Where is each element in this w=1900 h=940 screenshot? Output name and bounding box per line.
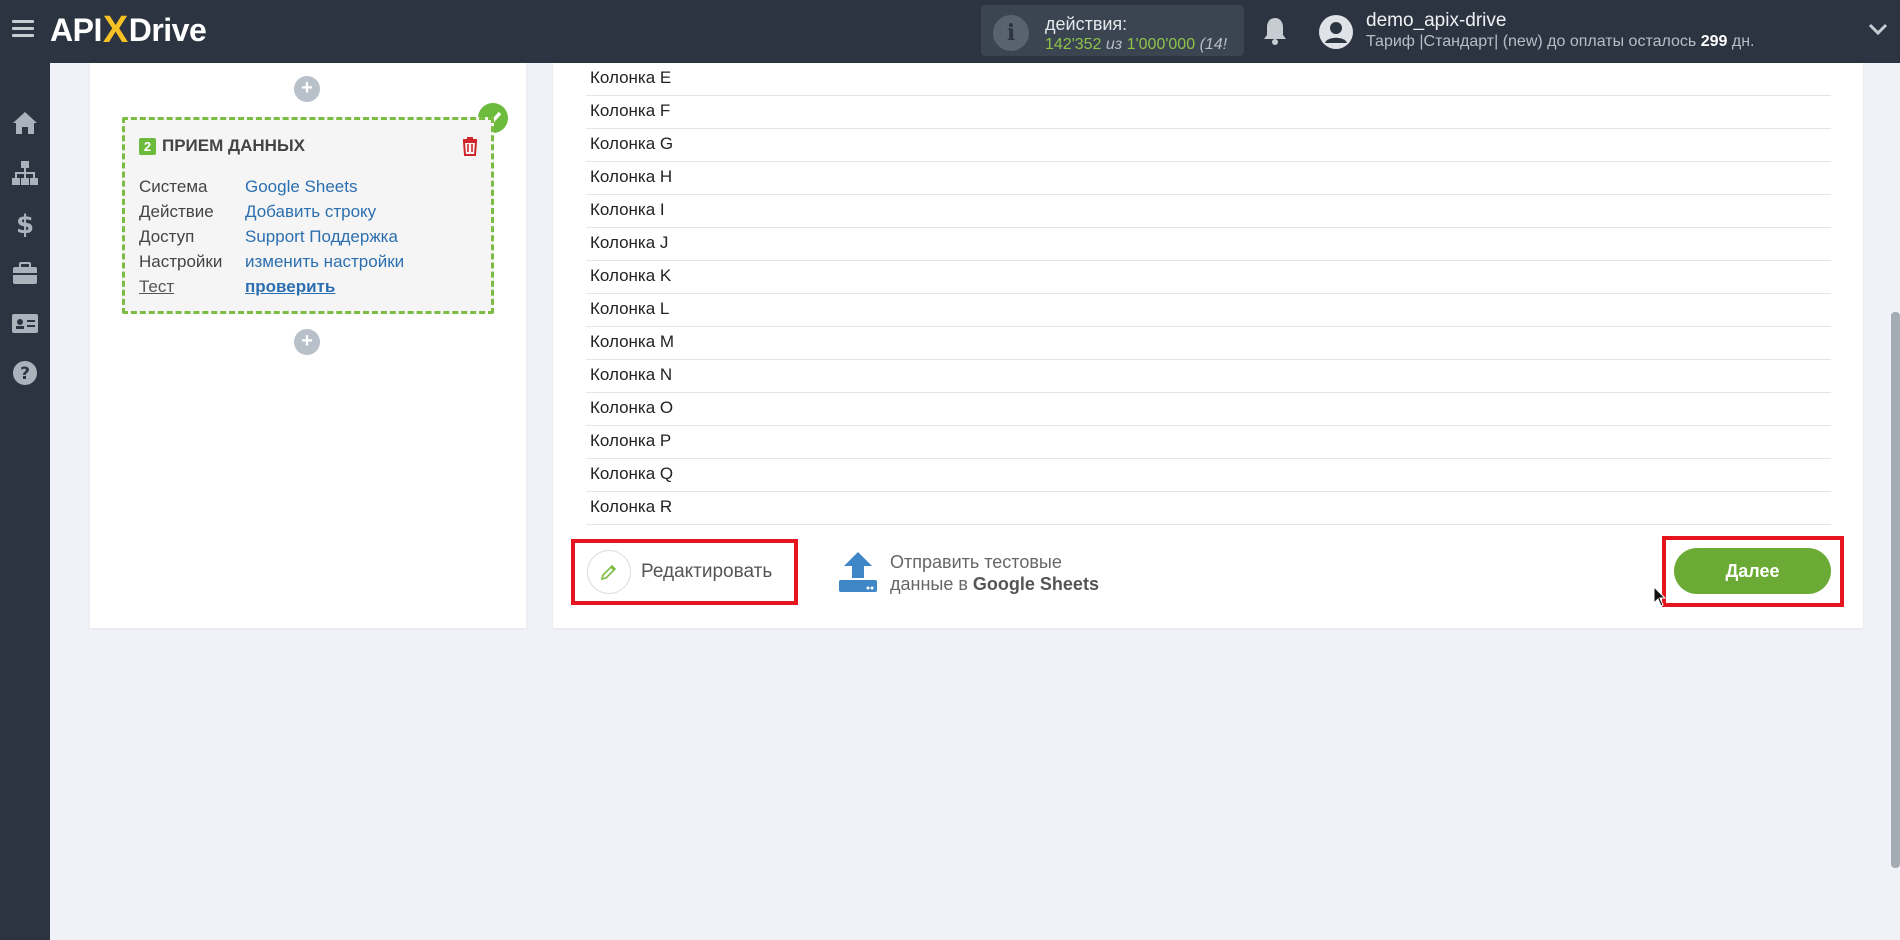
plan-text: Тариф |Стандарт| (new) до оплаты осталос… xyxy=(1366,33,1697,50)
actions-rest: (14! xyxy=(1199,36,1228,53)
send-line2-bold: Google Sheets xyxy=(972,574,1099,594)
plan-days-unit: дн. xyxy=(1731,33,1755,50)
column-row: Колонка H xyxy=(586,162,1831,195)
dollar-icon[interactable]: $ xyxy=(10,208,40,238)
scrollbar[interactable] xyxy=(1891,312,1900,868)
column-row: Колонка I xyxy=(586,195,1831,228)
row-action-key: Действие xyxy=(139,202,214,221)
username[interactable]: demo_apix-drive xyxy=(1366,10,1506,32)
row-test: Тест проверить xyxy=(139,277,335,297)
column-row: Колонка O xyxy=(586,393,1831,426)
column-row: Колонка J xyxy=(586,228,1831,261)
user-avatar-icon[interactable] xyxy=(1318,14,1354,50)
column-row: Колонка K xyxy=(586,261,1831,294)
step-title-text: ПРИЕМ ДАННЫХ xyxy=(162,136,305,155)
send-line1: Отправить тестовые xyxy=(890,552,1062,572)
mouse-cursor-icon xyxy=(1653,586,1667,607)
home-icon[interactable] xyxy=(10,108,40,138)
bell-icon[interactable] xyxy=(1262,16,1288,46)
trash-icon[interactable] xyxy=(461,136,479,156)
logo-text-api: API xyxy=(50,11,102,48)
chevron-down-icon[interactable] xyxy=(1868,22,1888,36)
edit-button[interactable]: Редактировать xyxy=(587,549,772,595)
actions-counter: i действия: 142'352 из 1'000'000 (14! xyxy=(981,5,1244,56)
send-test-data-button[interactable]: Отправить тестовые данные в Google Sheet… xyxy=(836,548,1099,598)
row-settings-value[interactable]: изменить настройки xyxy=(245,252,404,271)
plan-days: 299 xyxy=(1700,33,1728,50)
column-row: Колонка F xyxy=(586,96,1831,129)
row-access-key: Доступ xyxy=(139,227,195,246)
apix-drive-logo[interactable]: API X Drive xyxy=(50,8,207,51)
step-data-receive[interactable]: 2 ПРИЕМ ДАННЫХ Система Google Sheets Дейс… xyxy=(122,117,494,314)
menu-icon[interactable] xyxy=(12,20,34,38)
actions-label: действия: xyxy=(1045,14,1128,34)
sitemap-icon[interactable] xyxy=(10,158,40,188)
row-test-value[interactable]: проверить xyxy=(245,277,335,296)
next-button[interactable]: Далее xyxy=(1674,548,1831,594)
column-row: Колонка P xyxy=(586,426,1831,459)
sidebar: $ ? xyxy=(0,63,50,940)
add-step-bottom-icon[interactable]: + xyxy=(294,329,320,355)
help-icon[interactable]: ? xyxy=(10,358,40,388)
column-row: Колонка M xyxy=(586,327,1831,360)
edit-button-label: Редактировать xyxy=(641,561,773,582)
column-row: Колонка L xyxy=(586,294,1831,327)
briefcase-icon[interactable] xyxy=(10,258,40,288)
actions-count: 142'352 из 1'000'000 (14! xyxy=(1045,36,1235,54)
actions-used: 142'352 xyxy=(1045,36,1102,53)
top-bar: API X Drive i действия: 142'352 из 1'000'0… xyxy=(0,0,1900,63)
logo-text-drive: Drive xyxy=(128,11,207,48)
row-action-value[interactable]: Добавить строку xyxy=(245,202,376,221)
pipeline-card: + 2 ПРИЕМ ДАННЫХ Система Google Sheets Де… xyxy=(90,63,526,628)
row-access: Доступ Support Поддержка xyxy=(139,227,398,247)
column-row: Колонка R xyxy=(586,492,1831,525)
add-step-top-icon[interactable]: + xyxy=(294,76,320,102)
actions-of: из xyxy=(1105,36,1123,53)
pencil-icon xyxy=(587,550,631,594)
row-action: Действие Добавить строку xyxy=(139,202,376,222)
row-settings: Настройки изменить настройки xyxy=(139,252,404,272)
column-row: Колонка E xyxy=(586,63,1831,96)
column-row: Колонка Q xyxy=(586,459,1831,492)
row-settings-key: Настройки xyxy=(139,252,223,271)
logo-text-x: X xyxy=(102,8,128,51)
info-icon: i xyxy=(993,15,1029,51)
row-test-key[interactable]: Тест xyxy=(139,277,245,297)
svg-text:$: $ xyxy=(16,210,34,238)
column-row: Колонка G xyxy=(586,129,1831,162)
step-title: 2 ПРИЕМ ДАННЫХ xyxy=(139,136,305,156)
row-access-value[interactable]: Support Поддержка xyxy=(245,227,398,246)
id-card-icon[interactable] xyxy=(10,308,40,338)
row-system: Система Google Sheets xyxy=(139,177,357,197)
row-system-value[interactable]: Google Sheets xyxy=(245,177,357,196)
plan-info: Тариф |Стандарт| (new) до оплаты осталос… xyxy=(1366,33,1754,51)
column-row: Колонка N xyxy=(586,360,1831,393)
upload-icon xyxy=(839,552,877,592)
row-system-key: Система xyxy=(139,177,208,196)
step-number: 2 xyxy=(139,137,156,155)
svg-text:?: ? xyxy=(20,364,30,384)
actions-limit: 1'000'000 xyxy=(1126,36,1196,53)
send-line2-prefix: данные в xyxy=(890,574,968,594)
send-test-data-label: Отправить тестовые данные в Google Sheet… xyxy=(890,551,1099,595)
